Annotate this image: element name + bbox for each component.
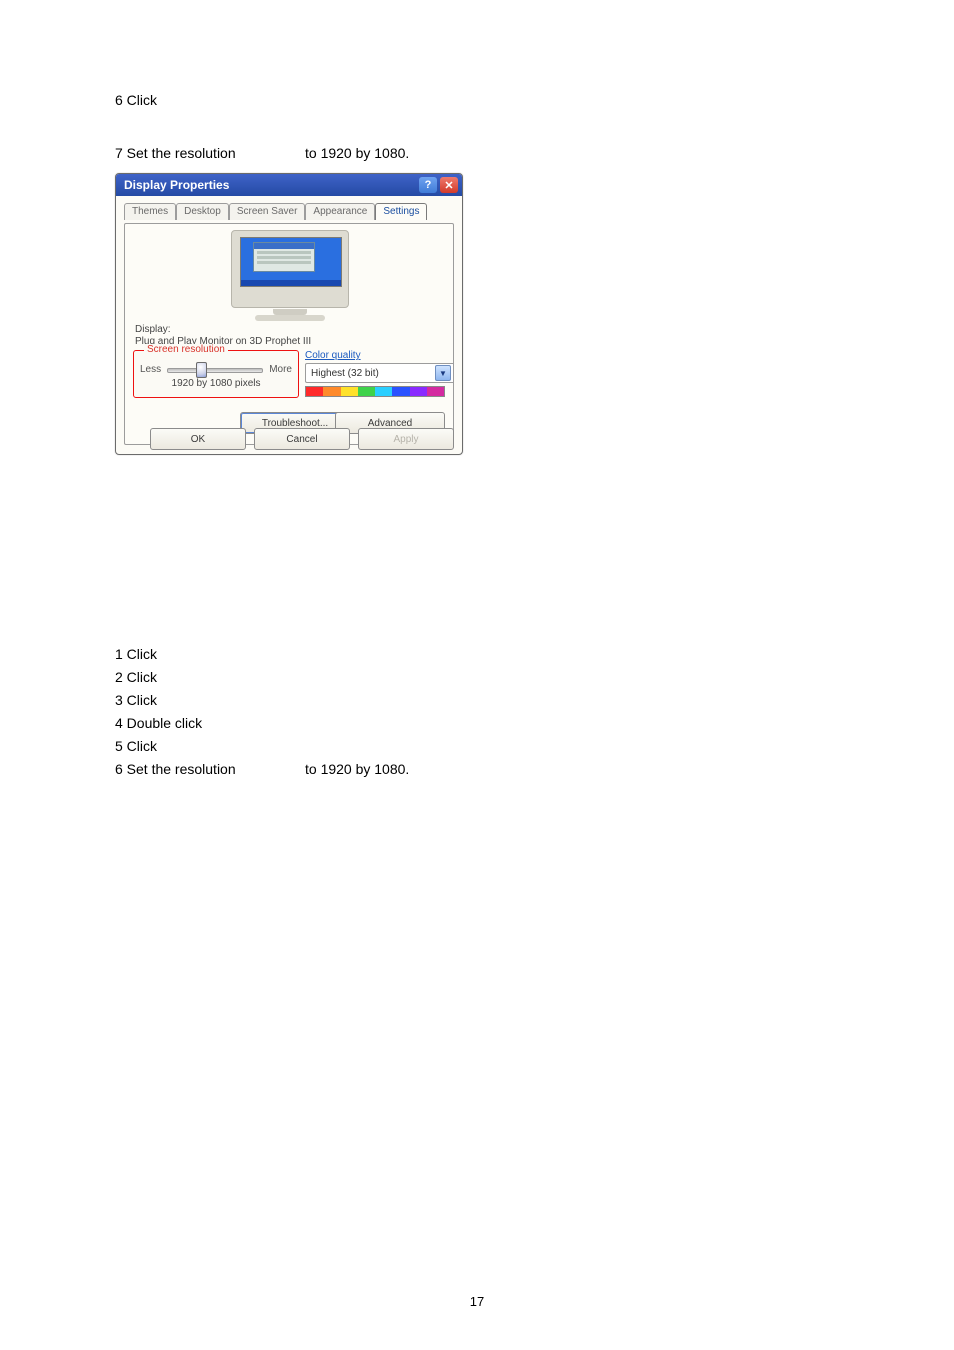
step-7-top-left: 7 Set the resolution bbox=[115, 144, 236, 164]
step-6-top: 6 Click bbox=[115, 91, 157, 111]
tab-strip: Themes Desktop Screen Saver Appearance S… bbox=[124, 202, 454, 219]
step-2-bottom: 2 Click bbox=[115, 668, 157, 688]
help-button[interactable]: ? bbox=[419, 177, 437, 193]
tab-appearance[interactable]: Appearance bbox=[305, 203, 375, 220]
resolution-value: 1920 by 1080 pixels bbox=[140, 378, 292, 389]
slider-less-label: Less bbox=[140, 364, 161, 375]
page-number: 17 bbox=[0, 1294, 954, 1309]
resolution-slider[interactable] bbox=[167, 363, 263, 375]
display-label: Display: bbox=[135, 324, 171, 335]
tab-settings[interactable]: Settings bbox=[375, 203, 427, 220]
monitor-preview bbox=[179, 230, 401, 321]
step-1-bottom: 1 Click bbox=[115, 645, 157, 665]
color-quality-group: Color quality Highest (32 bit) ▼ bbox=[305, 350, 445, 398]
step-6-bottom-left: 6 Set the resolution bbox=[115, 760, 236, 780]
step-3-bottom: 3 Click bbox=[115, 691, 157, 711]
screen-resolution-group: Screen resolution Less More 1920 by 1080… bbox=[133, 350, 299, 398]
chevron-down-icon: ▼ bbox=[435, 365, 451, 381]
color-quality-value: Highest (32 bit) bbox=[311, 368, 379, 379]
color-quality-select[interactable]: Highest (32 bit) ▼ bbox=[305, 363, 454, 383]
cancel-button[interactable]: Cancel bbox=[254, 428, 350, 450]
dialog-title: Display Properties bbox=[124, 178, 416, 192]
ok-button[interactable]: OK bbox=[150, 428, 246, 450]
tab-screen-saver[interactable]: Screen Saver bbox=[229, 203, 306, 220]
slider-more-label: More bbox=[269, 364, 292, 375]
step-7-top-right: to 1920 by 1080. bbox=[305, 144, 409, 164]
color-swatch bbox=[305, 386, 445, 397]
step-5-bottom: 5 Click bbox=[115, 737, 157, 757]
tab-desktop[interactable]: Desktop bbox=[176, 203, 229, 220]
color-quality-legend: Color quality bbox=[305, 350, 445, 361]
dialog-titlebar: Display Properties ? ✕ bbox=[116, 174, 462, 196]
tab-themes[interactable]: Themes bbox=[124, 203, 176, 220]
display-properties-dialog: Display Properties ? ✕ Themes Desktop Sc… bbox=[115, 173, 463, 455]
step-6-bottom-right: to 1920 by 1080. bbox=[305, 760, 409, 780]
step-4-bottom: 4 Double click bbox=[115, 714, 202, 734]
close-button[interactable]: ✕ bbox=[440, 177, 458, 193]
apply-button[interactable]: Apply bbox=[358, 428, 454, 450]
screen-resolution-legend: Screen resolution bbox=[144, 344, 228, 355]
settings-panel: Display: Plug and Play Monitor on 3D Pro… bbox=[124, 223, 454, 445]
